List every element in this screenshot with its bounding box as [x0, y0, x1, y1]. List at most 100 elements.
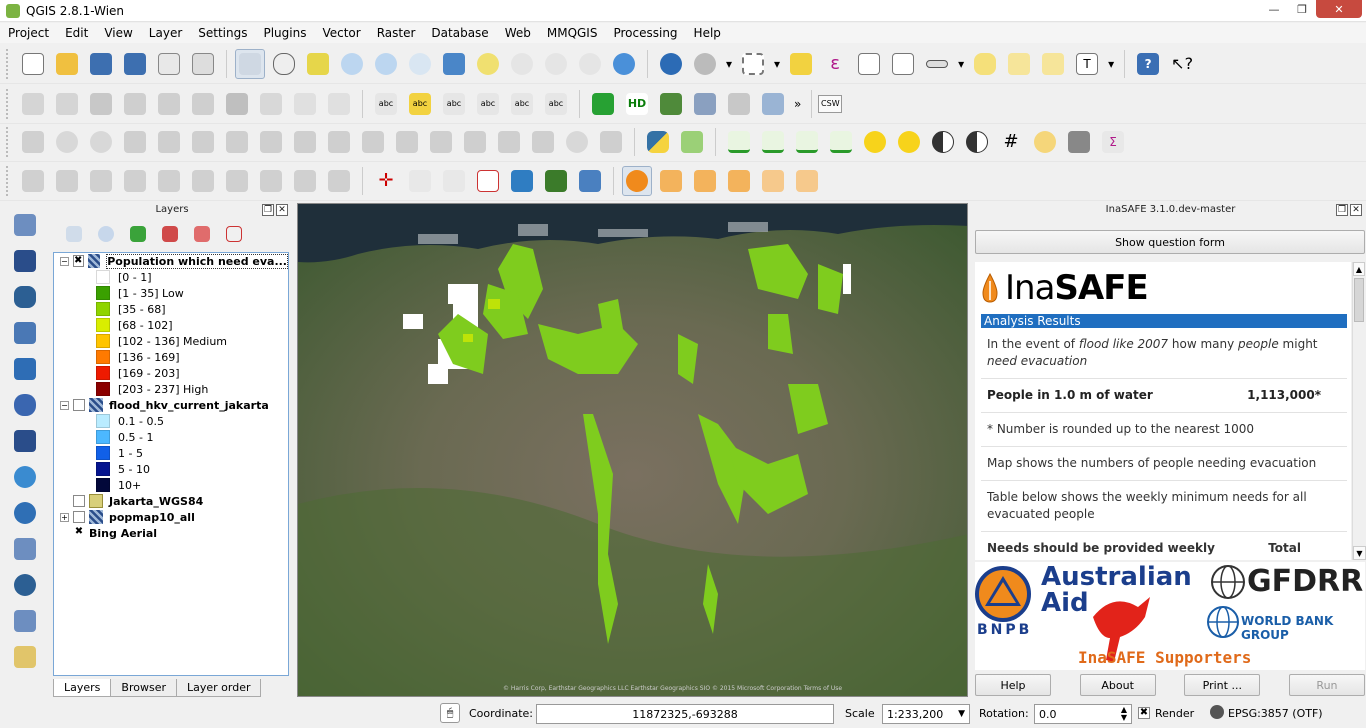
chevron-down-icon[interactable]: ▾: [958, 57, 964, 71]
inasafe-dock-button[interactable]: [622, 165, 652, 196]
layer-name[interactable]: Population which need eva...: [106, 253, 288, 269]
rotate-label-button[interactable]: abc: [541, 89, 571, 119]
undo-button[interactable]: [52, 127, 82, 157]
terrain-button[interactable]: [541, 166, 571, 196]
close-panel-button[interactable]: ✕: [1350, 204, 1362, 216]
layer-name[interactable]: Jakarta_WGS84: [109, 495, 203, 508]
zoom-layer-button[interactable]: [507, 49, 537, 79]
plugin-landscape-button[interactable]: [656, 89, 686, 119]
repair-button[interactable]: [596, 127, 626, 157]
pan-to-selection-button[interactable]: [303, 49, 333, 79]
merge-attributes-button[interactable]: [528, 127, 558, 157]
layer-labeling-button[interactable]: abc: [371, 89, 401, 119]
simplify-button[interactable]: [154, 127, 184, 157]
scroll-up-icon[interactable]: ▲: [1353, 262, 1365, 276]
add-mssql-button[interactable]: [10, 354, 40, 384]
add-oracle-button[interactable]: [10, 390, 40, 420]
chevron-down-icon[interactable]: ▾: [726, 57, 732, 71]
current-edits-button[interactable]: [18, 89, 48, 119]
add-wms-button[interactable]: [10, 462, 40, 492]
add-group-button[interactable]: [158, 222, 182, 246]
text-annotation-button[interactable]: T: [1072, 49, 1102, 79]
gps-button-3[interactable]: [86, 166, 116, 196]
run-button[interactable]: Run: [1288, 674, 1365, 696]
layer-row-bing[interactable]: ✖ Bing Aerial: [54, 525, 288, 541]
python-console-button[interactable]: [643, 127, 673, 157]
map-attribution[interactable]: © Harris Corp, Earthstar Geographics LLC…: [503, 685, 842, 692]
add-feature-button[interactable]: [120, 89, 150, 119]
inasafe-keywords-button[interactable]: [656, 166, 686, 196]
expand-all-button[interactable]: [62, 222, 86, 246]
attribute-table-button[interactable]: [854, 49, 884, 79]
menu-raster[interactable]: Raster: [369, 26, 424, 40]
composer-manager-button[interactable]: [188, 49, 218, 79]
toggle-extents-button[interactable]: 🖱: [440, 703, 460, 723]
save-as-button[interactable]: [120, 49, 150, 79]
pan-map-button[interactable]: [235, 48, 265, 79]
layer-visibility-checkbox[interactable]: [73, 511, 85, 523]
new-project-button[interactable]: [18, 49, 48, 79]
paste-features-button[interactable]: [324, 89, 354, 119]
route-button[interactable]: [405, 166, 435, 196]
split-features-button[interactable]: [426, 127, 456, 157]
add-ring-button[interactable]: [188, 127, 218, 157]
visibility-button[interactable]: [94, 222, 118, 246]
contrast-minus-button[interactable]: [962, 127, 992, 157]
tab-layers[interactable]: Layers: [53, 679, 112, 697]
add-delimited-text-button[interactable]: [10, 570, 40, 600]
scale-combo[interactable]: 1:233,200 ▼: [882, 704, 970, 724]
collapse-toggle[interactable]: −: [60, 400, 69, 410]
gps-button-2[interactable]: [52, 166, 82, 196]
advanced-digitize-button[interactable]: [18, 127, 48, 157]
point-sample-button[interactable]: [1030, 127, 1060, 157]
toolbar-handle[interactable]: [6, 48, 12, 79]
results-scrollbar[interactable]: ▲ ▼: [1352, 262, 1366, 560]
show-bookmarks-button[interactable]: [1038, 49, 1068, 79]
histogram-button-3[interactable]: [792, 127, 822, 157]
grid-dots-button[interactable]: [324, 166, 354, 196]
grid-remove-button[interactable]: [188, 166, 218, 196]
layer-visibility-checkbox[interactable]: [73, 495, 85, 507]
georef-button[interactable]: [507, 166, 537, 196]
layer-row-popmap[interactable]: + popmap10_all: [54, 509, 288, 525]
toolbar-handle[interactable]: [6, 126, 12, 157]
float-panel-button[interactable]: ❐: [1336, 204, 1348, 216]
toolbar-handle[interactable]: [6, 88, 12, 119]
add-vector-button[interactable]: [10, 210, 40, 240]
rotation-spinbox[interactable]: 0.0 ▲ ▼: [1034, 704, 1132, 724]
show-question-form-button[interactable]: Show question form: [975, 230, 1365, 254]
layer-name[interactable]: flood_hkv_current_jakarta: [109, 399, 269, 412]
float-panel-button[interactable]: ❐: [262, 204, 274, 216]
layer-row-jakarta[interactable]: Jakarta_WGS84: [54, 493, 288, 509]
histogram-button-2[interactable]: [758, 127, 788, 157]
zoom-last-button[interactable]: [541, 49, 571, 79]
tab-browser[interactable]: Browser: [110, 679, 177, 697]
new-shapefile-button[interactable]: [10, 606, 40, 636]
move-label-button[interactable]: abc: [507, 89, 537, 119]
zoom-selection-button[interactable]: [473, 49, 503, 79]
scroll-down-icon[interactable]: ▼: [1353, 546, 1366, 560]
grid-add-button[interactable]: [154, 166, 184, 196]
pin-labels-button[interactable]: abc: [439, 89, 469, 119]
expression-select-button[interactable]: ε: [820, 49, 850, 79]
layer-name[interactable]: popmap10_all: [109, 511, 195, 524]
add-raster-button[interactable]: [10, 246, 40, 276]
gps-button-1[interactable]: [18, 166, 48, 196]
layer-row-flood[interactable]: − flood_hkv_current_jakarta: [54, 397, 288, 413]
scroll-thumb[interactable]: [1354, 278, 1364, 322]
crs-label[interactable]: EPSG:3857 (OTF): [1228, 707, 1323, 720]
close-button[interactable]: ✕: [1316, 0, 1362, 18]
inasafe-layers-button[interactable]: [724, 166, 754, 196]
add-part-button[interactable]: [222, 127, 252, 157]
run-action-button[interactable]: [690, 49, 720, 79]
menu-settings[interactable]: Settings: [190, 26, 255, 40]
refresh-button[interactable]: [609, 49, 639, 79]
map-tips-button[interactable]: [970, 49, 1000, 79]
add-virtual-layer-button[interactable]: [10, 642, 40, 672]
chevron-down-icon[interactable]: ▾: [1108, 57, 1114, 71]
identify-button[interactable]: [656, 49, 686, 79]
plugin-hd-button[interactable]: HD: [622, 89, 652, 119]
save-edits-button[interactable]: [86, 89, 116, 119]
inasafe-extent-button[interactable]: [758, 166, 788, 196]
whats-this-button[interactable]: ↖?: [1167, 49, 1197, 79]
